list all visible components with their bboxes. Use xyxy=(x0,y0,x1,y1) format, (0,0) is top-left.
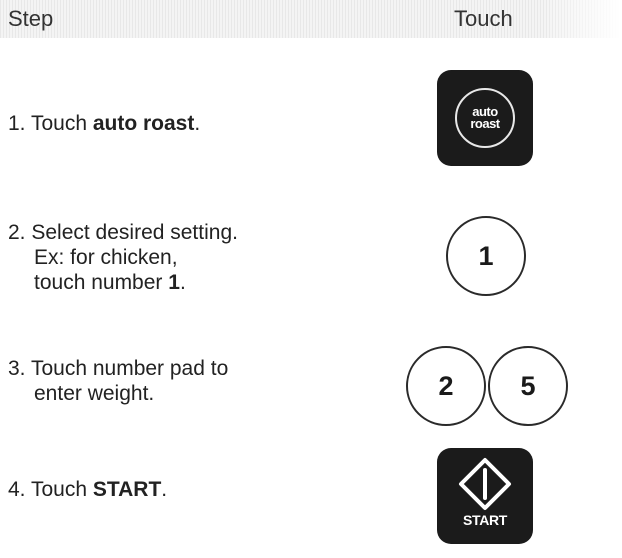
step-2-line2: Ex: for chicken, xyxy=(34,246,178,269)
step-1-text: 1. Touch auto roast. xyxy=(8,111,200,136)
step-4-prefix: 4. Touch xyxy=(8,478,93,501)
step-2-line1: 2. Select desired setting. xyxy=(8,221,238,244)
step-2-line3-suffix: . xyxy=(179,271,186,294)
step-4-text: 4. Touch START. xyxy=(8,477,167,502)
step-2-line3-prefix: touch number xyxy=(34,271,169,294)
step-2-text: 2. Select desired setting. Ex: for chick… xyxy=(8,220,238,295)
header-fade xyxy=(542,0,622,38)
auto-roast-key[interactable]: auto roast xyxy=(437,70,533,166)
start-key-label: START xyxy=(462,512,508,528)
step-4-bold: START xyxy=(92,478,162,501)
start-key[interactable]: START xyxy=(437,448,533,544)
number-2-key[interactable]: 2 xyxy=(406,346,486,426)
step-1-bold: auto roast xyxy=(92,112,195,135)
number-5-key[interactable]: 5 xyxy=(488,346,568,426)
number-1-key[interactable]: 1 xyxy=(446,216,526,296)
step-1-prefix: 1. Touch xyxy=(8,112,93,135)
auto-roast-label-line2: roast xyxy=(470,116,500,131)
step-4-suffix: . xyxy=(161,478,168,501)
header-bar xyxy=(0,0,622,38)
column-header-touch: Touch xyxy=(454,6,513,31)
step-1-suffix: . xyxy=(194,112,201,135)
auto-roast-ring: auto roast xyxy=(455,88,515,148)
start-diamond-icon xyxy=(459,458,511,510)
column-header-step: Step xyxy=(8,6,54,31)
step-2-line3-bold: 1 xyxy=(168,271,180,294)
step-3-text: 3. Touch number pad to enter weight. xyxy=(8,356,228,406)
step-3-line1: 3. Touch number pad to xyxy=(8,357,229,380)
step-3-line2: enter weight. xyxy=(34,382,155,405)
